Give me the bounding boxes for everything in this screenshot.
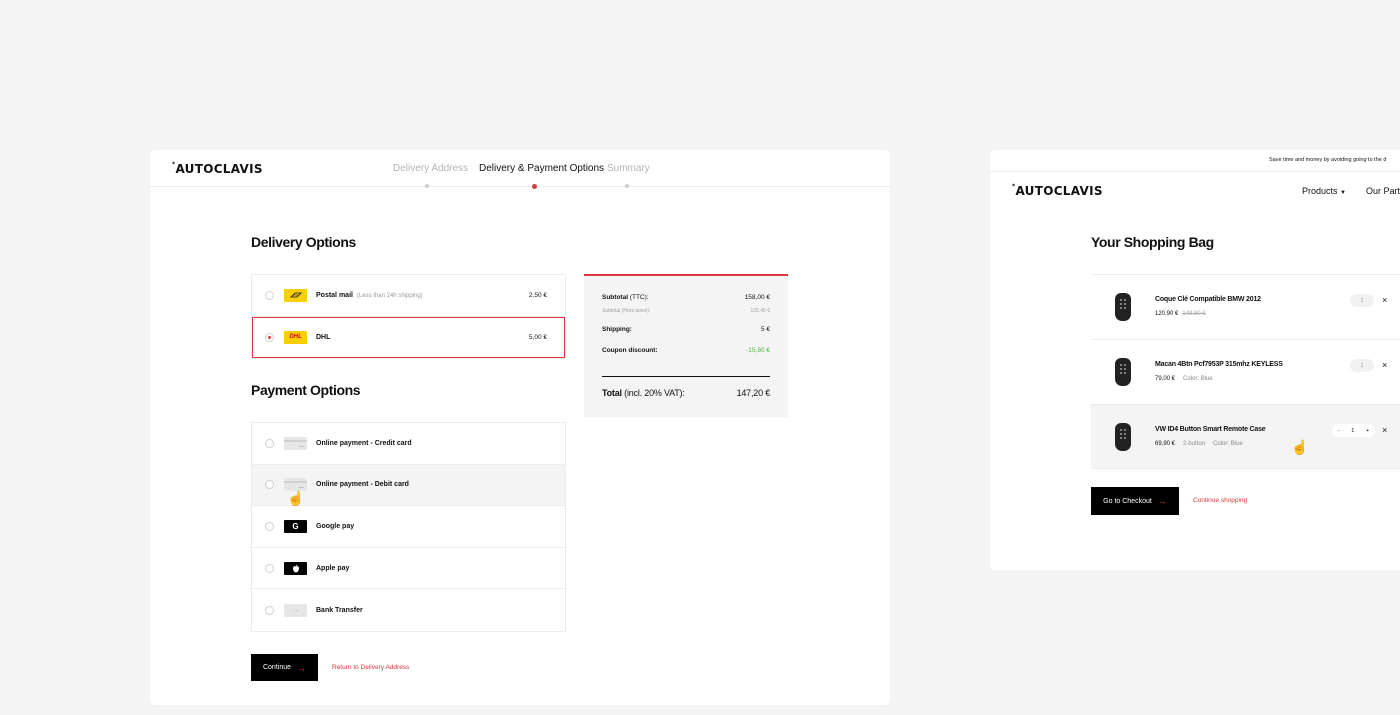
checkout-button[interactable]: Go to Checkout → [1091,487,1179,515]
quantity-stepper[interactable]: 1 [1350,359,1374,372]
delivery-option-dhl[interactable]: DHL DHL 5,00 € [252,316,565,359]
step-delivery-payment[interactable]: Delivery & Payment Options [479,163,604,174]
subtotal-row: Subtotal (TTC): 158,00 € [602,294,770,301]
quantity-stepper[interactable]: 1 [1350,294,1374,307]
payment-option-apple-pay[interactable]: Apple pay [252,548,565,590]
nav-our-partners[interactable]: Our Part [1366,186,1400,196]
delivery-option-price: 2,50 € [528,291,547,299]
radio-button[interactable] [265,438,274,448]
step-delivery-address[interactable]: Delivery Address [393,163,468,174]
remove-item-icon[interactable]: × [1382,424,1387,437]
arrow-right-icon: → [1157,496,1167,506]
payment-option-name: Google pay [316,522,355,530]
checkout-label: Go to Checkout [1103,497,1152,505]
promo-banner-text: Save time and money by avoiding going to… [1269,157,1387,163]
bag-item: VW ID4 Button Smart Remote Case 69,90 €2… [1091,404,1400,469]
payment-options-list: Online payment - Credit card Online paym… [251,422,566,632]
remove-item-icon[interactable]: × [1382,294,1387,307]
quantity-value: 1 [1351,427,1355,434]
delivery-option-name: DHL [316,333,331,341]
shipping-row: Shipping: 5 € [602,326,770,333]
delivery-option-price: 5,00 € [528,333,547,341]
coupon-row: Coupon discount: -15,80 € [602,347,770,354]
bag-item: Coque Clé Compatible BMW 2012 120,90 €14… [1091,274,1400,339]
dhl-icon: DHL [284,330,307,344]
postal-icon [284,288,307,302]
item-name[interactable]: VW ID4 Button Smart Remote Case [1155,426,1266,433]
payment-option-credit-card[interactable]: Online payment - Credit card [252,423,565,465]
delivery-option-name: Postal mail (Less than 24h shipping) [316,291,423,299]
order-summary: Subtotal (TTC): 158,00 € Subtotal (Hors t… [584,274,788,417]
return-link[interactable]: Return to Delivery Address [332,664,409,671]
step-dot [625,184,629,188]
radio-button[interactable] [265,605,274,615]
delivery-options-title: Delivery Options [251,234,356,250]
quantity-stepper[interactable]: - 1 + [1332,424,1375,437]
chevron-down-icon: ▼ [1340,190,1346,196]
hand-cursor-icon: ☝ [1291,439,1309,455]
continue-label: Continue [262,664,292,671]
logo[interactable]: *AUTOCLAVIS [172,161,263,176]
car-key-icon [1115,423,1131,451]
step-dot [425,184,429,188]
item-meta: 120,90 €149,90 € [1155,311,1206,317]
delivery-options-list: Postal mail (Less than 24h shipping) 2,50… [251,274,566,360]
payment-option-google-pay[interactable]: G Google pay [252,506,565,548]
step-dot-active [532,184,537,189]
radio-button[interactable] [265,563,274,573]
summary-divider [602,376,770,377]
payment-option-name: Online payment - Credit card [316,439,412,447]
nav-products[interactable]: Products ▼ [1302,186,1346,196]
remove-item-icon[interactable]: × [1382,359,1387,372]
payment-options-title: Payment Options [251,382,361,398]
steps-divider [150,186,890,187]
increase-button[interactable]: + [1366,428,1369,434]
radio-button[interactable] [265,521,274,531]
item-name[interactable]: Coque Clé Compatible BMW 2012 [1155,296,1261,303]
radio-button[interactable] [265,480,274,490]
payment-option-debit-card[interactable]: Online payment - Debit card ☝ [252,464,565,507]
payment-option-name: Online payment - Debit card [316,481,409,489]
decrease-button[interactable]: - [1338,428,1340,434]
continue-shopping-link[interactable]: Continue shopping [1193,497,1247,504]
shopping-bag-title: Your Shopping Bag [1091,234,1214,250]
radio-button[interactable] [265,290,274,300]
credit-card-icon [284,436,307,450]
step-summary[interactable]: Summary [607,163,650,174]
subtotal-ht-row: Subtotal (Hors taxes): 126,40 € [602,308,770,314]
logo[interactable]: *AUTOCLAVIS [1012,183,1103,198]
bag-item: Macan 4Btn Pcf7953P 315mhz KEYLESS 79,00… [1091,339,1400,404]
total-row: Total (incl. 20% VAT): 147,20 € [602,388,770,398]
shopping-bag-card: Save time and money by avoiding going to… [990,150,1400,570]
hand-cursor-icon: ☝ [287,489,305,506]
continue-button[interactable]: Continue → [251,654,318,681]
promo-banner: Save time and money by avoiding going to… [990,150,1400,172]
apple-pay-icon [284,561,307,575]
arrow-right-icon: → [297,662,307,673]
checkout-card: *AUTOCLAVIS Delivery Address Delivery & … [150,150,890,705]
payment-option-bank-transfer[interactable]: → Bank Transfer [252,589,565,631]
car-key-icon [1115,358,1131,386]
radio-button-selected[interactable] [265,332,274,342]
item-meta: 79,00 € Color: Blue [1155,376,1213,382]
payment-option-name: Apple pay [316,564,350,572]
item-meta: 69,90 €2-button Color: Blue [1155,441,1243,447]
google-pay-icon: G [284,519,307,533]
item-name[interactable]: Macan 4Btn Pcf7953P 315mhz KEYLESS [1155,361,1283,368]
delivery-option-postal[interactable]: Postal mail (Less than 24h shipping) 2,50… [252,275,565,317]
bank-transfer-icon: → [284,603,307,617]
car-key-icon [1115,293,1131,321]
payment-option-name: Bank Transfer [316,606,363,614]
